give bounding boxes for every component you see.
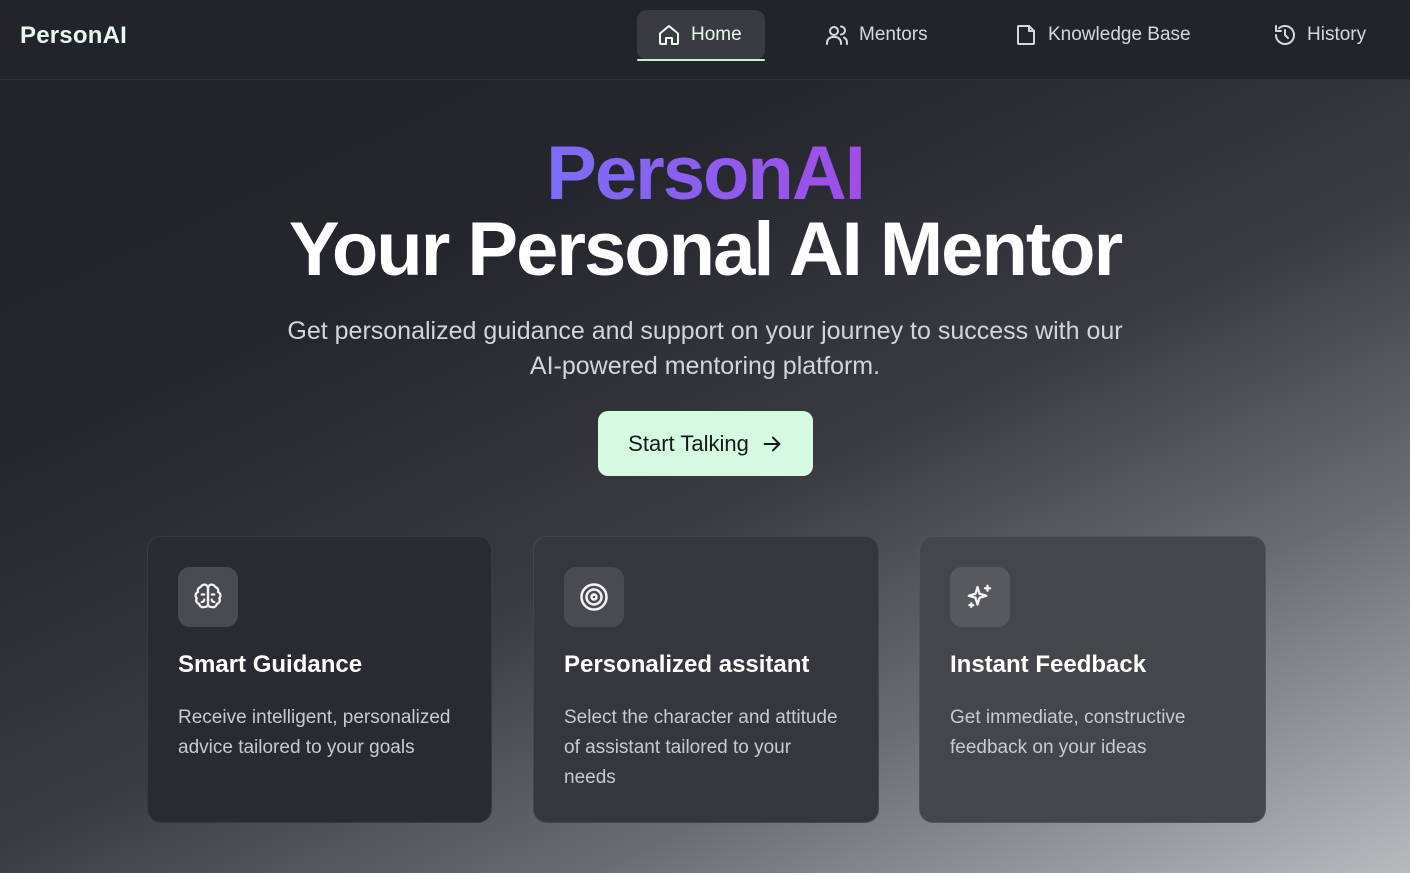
nav-item-label: Knowledge Base bbox=[1048, 24, 1191, 45]
hero-brand: PersonAI bbox=[0, 130, 1410, 218]
start-talking-label: Start Talking bbox=[628, 430, 749, 456]
file-icon bbox=[1017, 25, 1035, 45]
sparkles-icon bbox=[967, 584, 992, 609]
feature-icon-box bbox=[950, 567, 1010, 627]
feature-card-personalized-assistant: Personalized assitant Select the charact… bbox=[533, 536, 879, 823]
feature-title: Instant Feedback bbox=[950, 651, 1147, 678]
nav-item-knowledge-base[interactable]: Knowledge Base bbox=[994, 10, 1211, 60]
hero-title: Your Personal AI Mentor bbox=[288, 207, 1123, 292]
feature-card-smart-guidance: Smart Guidance Receive intelligent, pers… bbox=[147, 536, 492, 823]
feature-title: Smart Guidance bbox=[178, 651, 363, 678]
start-talking-button[interactable]: Start Talking bbox=[598, 411, 813, 476]
feature-card-instant-feedback: Instant Feedback Get immediate, construc… bbox=[919, 536, 1266, 823]
users-icon bbox=[826, 25, 848, 45]
brain-icon bbox=[194, 583, 222, 609]
feature-description: Get immediate, constructive feedback on … bbox=[950, 707, 1186, 758]
nav-item-mentors[interactable]: Mentors bbox=[805, 10, 948, 60]
nav-item-history[interactable]: History bbox=[1253, 10, 1386, 60]
arrow-right-icon bbox=[763, 436, 781, 451]
nav-item-home[interactable]: Home bbox=[637, 10, 765, 61]
nav-item-label: History bbox=[1307, 24, 1367, 45]
home-icon bbox=[659, 25, 679, 45]
feature-description: Select the character and attitude of ass… bbox=[564, 707, 838, 788]
feature-icon-box bbox=[178, 567, 238, 627]
feature-description: Receive intelligent, personalized advice… bbox=[178, 707, 451, 758]
history-icon bbox=[1275, 25, 1295, 45]
brand-logo-text[interactable]: PersonAI bbox=[20, 22, 127, 50]
nav-item-label: Mentors bbox=[859, 24, 928, 45]
hero-brand-text: PersonAI bbox=[546, 131, 866, 216]
hero-subtitle: Get personalized guidance and support on… bbox=[287, 317, 1123, 380]
target-icon bbox=[580, 583, 608, 611]
top-navbar: PersonAI Home Mentors Knowledge Base His… bbox=[0, 0, 1410, 80]
nav-item-label: Home bbox=[691, 24, 742, 45]
feature-title: Personalized assitant bbox=[564, 651, 810, 678]
feature-icon-box bbox=[564, 567, 624, 627]
